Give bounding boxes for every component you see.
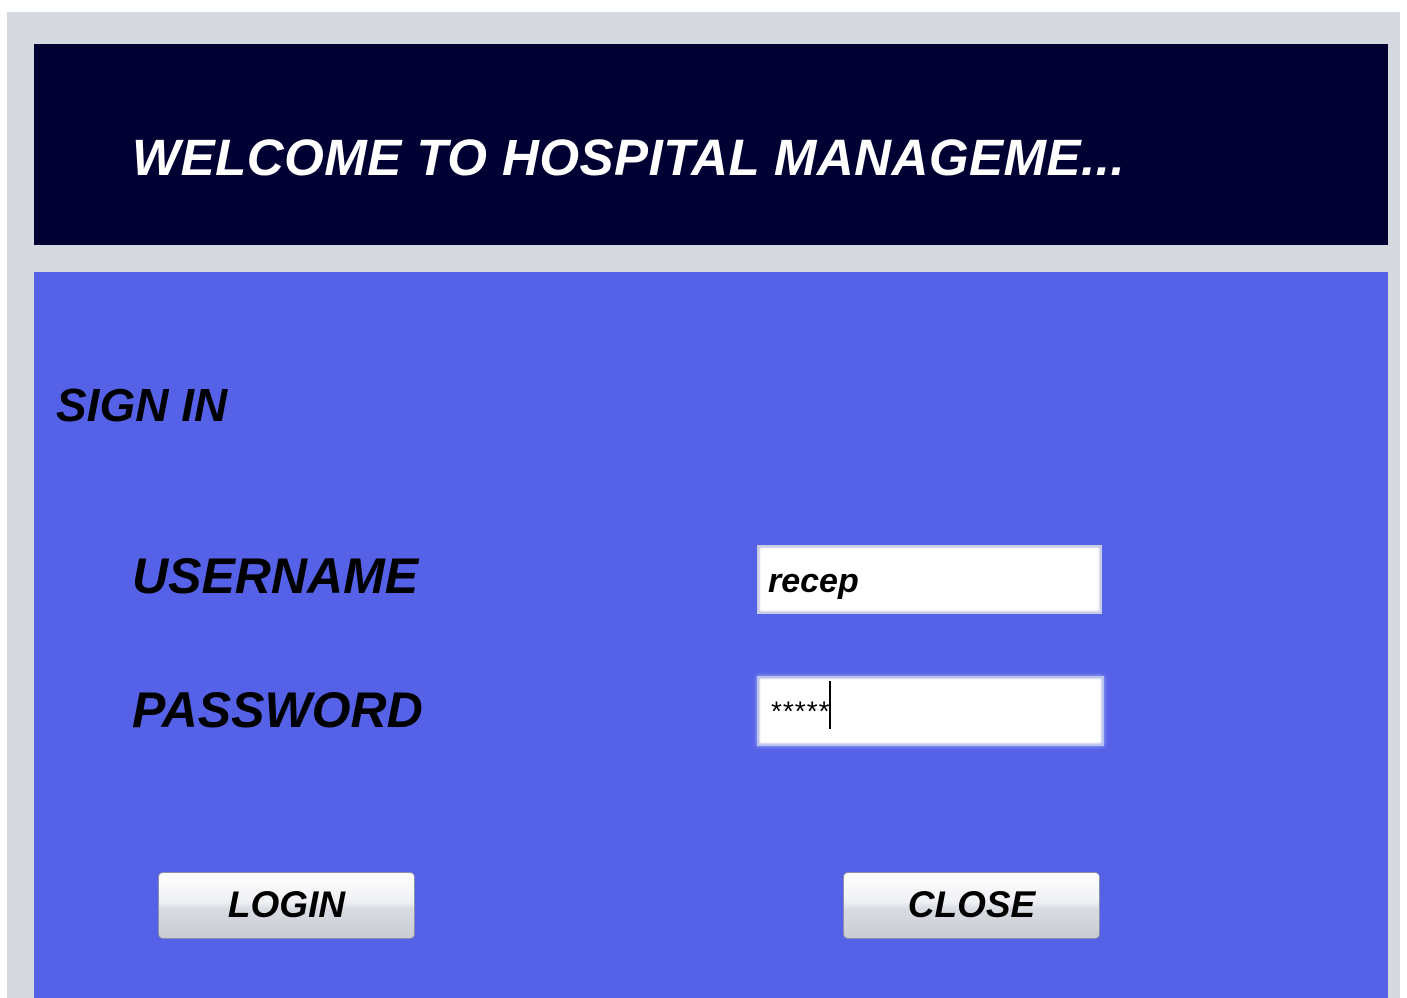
username-value: recep [768,562,859,600]
password-masked-value: ***** [771,695,831,727]
close-button[interactable]: CLOSE [843,872,1100,939]
username-label: USERNAME [132,548,419,604]
password-field[interactable]: ***** [757,676,1104,746]
password-label: PASSWORD [132,682,423,738]
text-caret [829,680,832,729]
welcome-title: WELCOME TO HOSPITAL MANAGEME... [132,129,1126,186]
sign-in-heading: SIGN IN [56,379,228,431]
login-button[interactable]: LOGIN [158,872,415,939]
username-field[interactable]: recep [757,545,1102,614]
